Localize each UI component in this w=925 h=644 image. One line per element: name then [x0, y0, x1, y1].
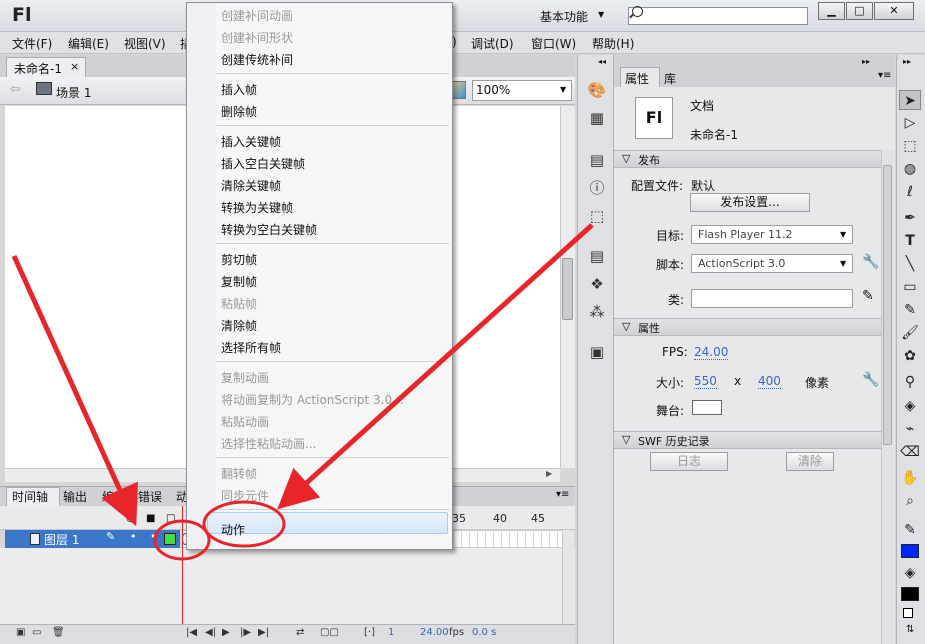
annotation-circle-keyframe	[153, 519, 211, 561]
annotation-circle-action	[202, 500, 286, 548]
annotation-overlay	[11, 223, 594, 561]
annotation-arrow-left	[11, 254, 138, 527]
annotation-arrow-right	[277, 223, 594, 510]
